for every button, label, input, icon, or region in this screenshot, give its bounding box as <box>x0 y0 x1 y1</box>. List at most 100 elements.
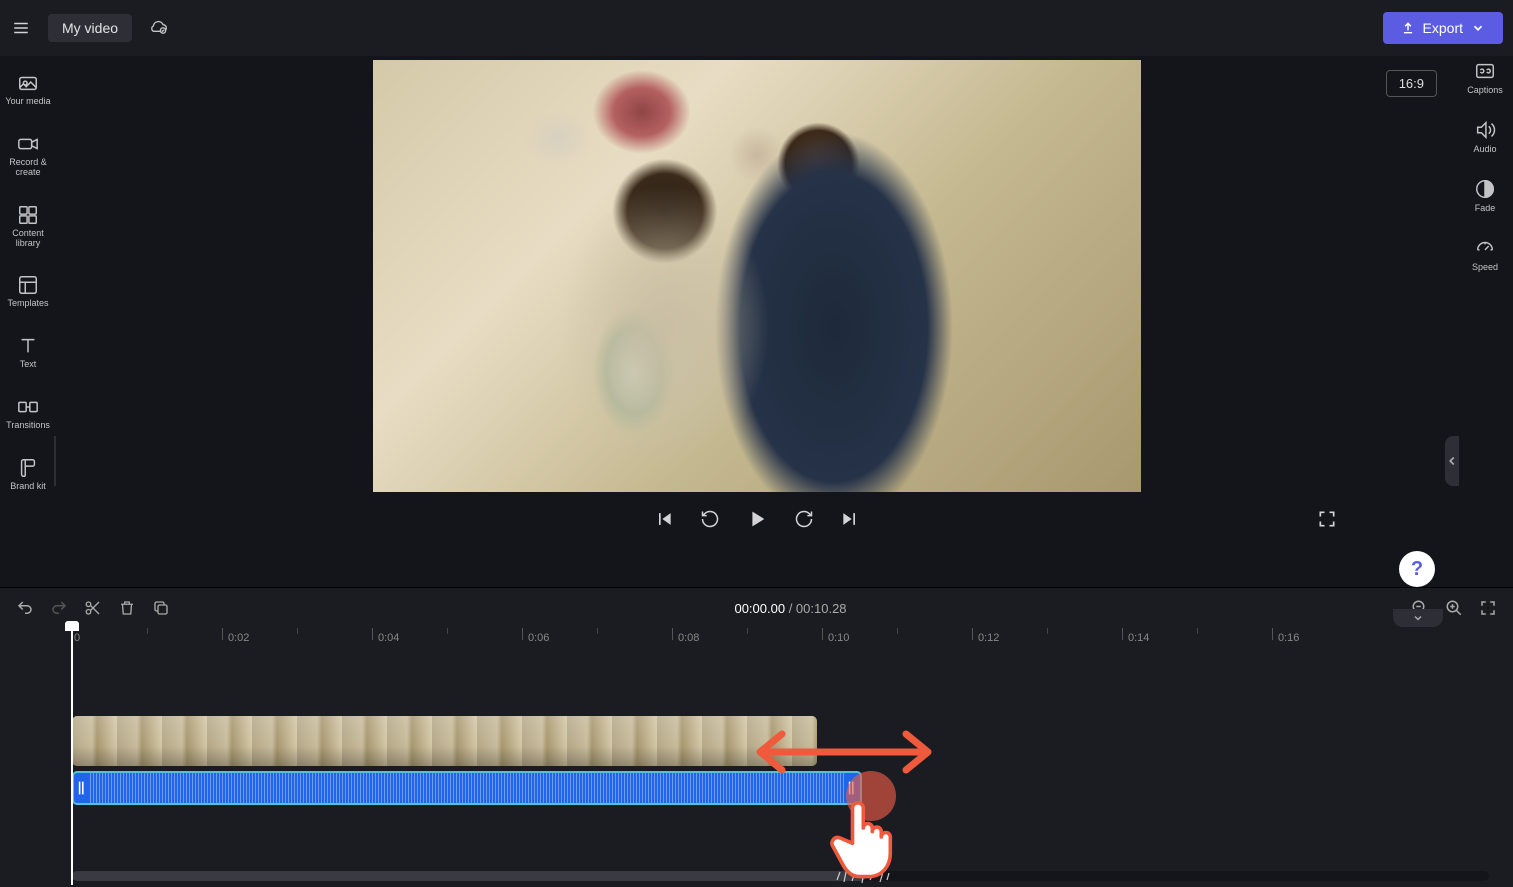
ruler-tick-label: 0:12 <box>978 632 999 644</box>
templates-icon <box>17 274 39 296</box>
sidebar-item-your-media[interactable]: Your media <box>0 68 56 111</box>
aspect-ratio-button[interactable]: 16:9 <box>1386 70 1437 97</box>
canvas-wrap <box>373 60 1141 492</box>
sidebar-item-label: Speed <box>1472 262 1498 272</box>
ruler-tick-label: 0:10 <box>828 632 849 644</box>
sidebar-item-templates[interactable]: Templates <box>0 270 56 313</box>
ruler-tick-minor <box>1047 628 1048 634</box>
left-sidebar: Your media Record & create Content libra… <box>0 56 56 587</box>
sidebar-item-audio[interactable]: Audio <box>1473 119 1496 154</box>
media-icon <box>17 72 39 94</box>
player-controls <box>56 508 1457 530</box>
play-button[interactable] <box>746 508 768 530</box>
redo-button[interactable] <box>50 599 68 617</box>
forward-button[interactable] <box>794 509 814 529</box>
sidebar-item-brand-kit[interactable]: Brand kit <box>0 453 56 496</box>
ruler-tick-label: 0:08 <box>678 632 699 644</box>
sidebar-item-text[interactable]: Text <box>0 331 56 374</box>
timeline-scrollbar-thumb[interactable] <box>72 871 866 881</box>
sidebar-item-transitions[interactable]: Transitions <box>0 392 56 435</box>
top-bar: My video Export <box>0 0 1513 56</box>
sidebar-item-label: Transitions <box>6 421 50 431</box>
fit-timeline-button[interactable] <box>1479 599 1497 617</box>
ruler-tick-label: 0:06 <box>528 632 549 644</box>
audio-icon <box>1474 119 1496 141</box>
timeline-tracks <box>64 654 1497 887</box>
timeline-toolbar: 00:00.00 / 00:10.28 <box>0 588 1513 628</box>
help-button[interactable]: ? <box>1399 551 1435 587</box>
fade-icon <box>1474 178 1496 200</box>
brand-kit-icon <box>17 457 39 479</box>
sidebar-item-label: Brand kit <box>10 482 46 492</box>
sidebar-item-label: Content library <box>0 229 56 249</box>
video-clip[interactable] <box>72 716 817 766</box>
ruler-tick-minor <box>297 628 298 634</box>
annotation-drag-arrow <box>744 722 944 787</box>
sidebar-item-label: Text <box>20 360 37 370</box>
export-button[interactable]: Export <box>1383 12 1503 44</box>
sidebar-item-label: Fade <box>1475 203 1496 213</box>
right-sidebar: Captions Audio Fade Speed <box>1457 56 1513 587</box>
video-canvas[interactable] <box>373 60 1141 492</box>
ruler-tick-major <box>372 628 373 640</box>
split-button[interactable] <box>84 599 102 617</box>
project-title[interactable]: My video <box>48 14 132 42</box>
ruler-tick-minor <box>597 628 598 634</box>
sidebar-item-captions[interactable]: Captions <box>1467 60 1503 95</box>
ruler-tick-major <box>822 628 823 640</box>
ruler-tick-major <box>1122 628 1123 640</box>
ruler-tick-minor <box>147 628 148 634</box>
undo-button[interactable] <box>16 599 34 617</box>
ruler-tick-minor <box>897 628 898 634</box>
ruler-tick-major <box>522 628 523 640</box>
sidebar-item-speed[interactable]: Speed <box>1472 237 1498 272</box>
ruler-tick-minor <box>747 628 748 634</box>
ruler-start-label: 0 <box>74 632 80 644</box>
fullscreen-button[interactable] <box>1317 509 1337 529</box>
zoom-in-button[interactable] <box>1445 599 1463 617</box>
skip-end-button[interactable] <box>840 509 860 529</box>
sidebar-item-label: Templates <box>7 299 48 309</box>
timecode-display: 00:00.00 / 00:10.28 <box>734 601 846 616</box>
rewind-button[interactable] <box>700 509 720 529</box>
sidebar-item-record-create[interactable]: Record & create <box>0 129 56 182</box>
sidebar-item-content-library[interactable]: Content library <box>0 200 56 253</box>
preview-area: 16:9 ? <box>56 56 1457 587</box>
sidebar-item-fade[interactable]: Fade <box>1474 178 1496 213</box>
timeline-ruler[interactable]: 0 0:020:040:060:080:100:120:140:16 <box>64 628 1497 654</box>
skip-start-button[interactable] <box>654 509 674 529</box>
timeline-scrollbar[interactable] <box>72 871 1489 881</box>
cloud-sync-icon[interactable] <box>148 18 168 38</box>
ruler-tick-major <box>672 628 673 640</box>
ruler-tick-label: 0:04 <box>378 632 399 644</box>
duplicate-button[interactable] <box>152 599 170 617</box>
ruler-tick-label: 0:02 <box>228 632 249 644</box>
transitions-icon <box>17 396 39 418</box>
chevron-down-icon <box>1412 612 1424 624</box>
ruler-tick-major <box>222 628 223 640</box>
sidebar-item-label: Your media <box>5 97 50 107</box>
record-icon <box>17 133 39 155</box>
ruler-tick-major <box>1272 628 1273 640</box>
playhead[interactable] <box>71 625 73 885</box>
menu-icon[interactable] <box>10 19 32 37</box>
sidebar-item-label: Record & create <box>0 158 56 178</box>
topbar-left: My video <box>10 14 168 42</box>
help-collapse-button[interactable] <box>1393 609 1443 627</box>
timecode-current: 00:00.00 <box>734 601 785 616</box>
timeline-panel: 00:00.00 / 00:10.28 0 0:02 0:04 0:06 0:08 0:… <box>0 587 1513 887</box>
audio-trim-handle-left[interactable] <box>74 773 90 803</box>
right-panel-toggle[interactable] <box>1445 436 1459 486</box>
delete-button[interactable] <box>118 599 136 617</box>
sidebar-item-label: Audio <box>1473 144 1496 154</box>
sidebar-item-label: Captions <box>1467 85 1503 95</box>
export-label: Export <box>1423 20 1463 36</box>
audio-waveform <box>90 773 844 803</box>
ruler-tick-minor <box>1197 628 1198 634</box>
text-icon <box>17 335 39 357</box>
ruler-tick-major <box>972 628 973 640</box>
annotation-sparkle-icon <box>832 860 892 887</box>
speed-icon <box>1474 237 1496 259</box>
chevron-down-icon <box>1471 21 1485 35</box>
main-area: Your media Record & create Content libra… <box>0 56 1513 587</box>
